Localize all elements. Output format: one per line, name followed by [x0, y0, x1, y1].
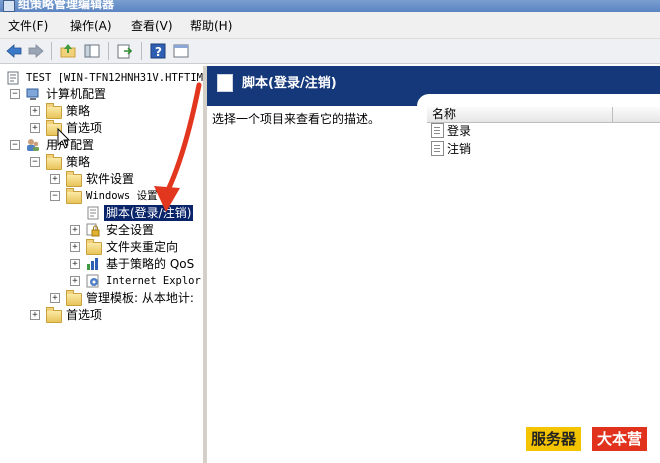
folder-icon — [66, 171, 82, 187]
list-item-label: 注销 — [447, 142, 472, 156]
tree-item-windows-settings[interactable]: − Windows 设置 — [0, 188, 203, 204]
collapse-toggle[interactable]: − — [50, 191, 60, 201]
expand-toggle[interactable]: + — [30, 310, 40, 320]
forward-arrow-icon[interactable] — [27, 42, 45, 60]
show-hide-tree-icon[interactable] — [83, 42, 101, 60]
toolbar-separator — [51, 42, 52, 60]
watermark-part1: 服务器 — [526, 427, 582, 451]
script-document-icon — [431, 123, 444, 138]
tree-root[interactable]: TEST [WIN-TFN12HNH31V.HTFTIM — [0, 70, 203, 86]
tree-item-label: 计算机配置 — [46, 87, 107, 101]
menu-help[interactable]: 帮助(H) — [190, 17, 232, 34]
tree-item-policy-qos[interactable]: + 基于策略的 QoS — [0, 256, 203, 272]
internet-explorer-icon — [86, 274, 99, 288]
tree-item-uc-policies[interactable]: − 策略 — [0, 154, 203, 170]
column-header-name[interactable]: 名称 — [427, 107, 660, 123]
list-item-logoff[interactable]: 注销 — [431, 141, 471, 157]
tree-item-security-settings[interactable]: + 安全设置 — [0, 222, 203, 238]
folder-open-icon — [46, 154, 62, 170]
tree-item-label: 用户配置 — [46, 138, 95, 152]
list-item-label: 登录 — [447, 124, 472, 138]
script-document-icon — [431, 141, 444, 156]
column-divider[interactable] — [612, 107, 613, 122]
tree-item-computer-config[interactable]: − 计算机配置 — [0, 86, 203, 102]
bar-chart-icon — [87, 258, 98, 270]
tree-item-label: 策略 — [66, 155, 91, 169]
watermark-part2: 大本营 — [592, 427, 648, 451]
export-list-icon[interactable] — [116, 42, 134, 60]
toolbar: ? — [0, 39, 660, 64]
expand-toggle[interactable]: + — [50, 293, 60, 303]
script-document-icon — [87, 206, 99, 220]
column-header-label: 名称 — [432, 107, 457, 121]
expand-toggle[interactable]: + — [30, 123, 40, 133]
app-icon — [3, 0, 15, 12]
detail-header-title: 脚本(登录/注销) — [242, 76, 337, 91]
detail-header: 脚本(登录/注销) — [207, 66, 660, 106]
tree-item-uc-preferences[interactable]: + 首选项 — [0, 307, 203, 323]
tree-item-label: 首选项 — [66, 121, 103, 135]
folder-icon — [66, 290, 82, 306]
tree-item-cc-preferences[interactable]: + 首选项 — [0, 120, 203, 136]
tree-item-label: 首选项 — [66, 308, 103, 322]
tree-item-cc-policies[interactable]: + 策略 — [0, 103, 203, 119]
tree-item-label: 软件设置 — [86, 172, 135, 186]
tree-item-label: Windows 设置 — [86, 190, 158, 202]
tree-item-scripts[interactable]: 脚本(登录/注销) — [0, 205, 203, 221]
console-tree: TEST [WIN-TFN12HNH31V.HTFTIM − 计算机配置 + 策… — [0, 66, 207, 463]
collapse-toggle[interactable]: − — [10, 89, 20, 99]
help-icon[interactable]: ? — [149, 42, 167, 60]
computer-icon — [26, 88, 39, 100]
menu-action[interactable]: 操作(A) — [70, 17, 112, 34]
detail-description: 选择一个项目来查看它的描述。 — [212, 112, 381, 126]
tree-item-label: 安全设置 — [106, 223, 155, 237]
tree-item-admin-templates[interactable]: + 管理模板: 从本地计: — [0, 290, 203, 306]
folder-icon — [46, 120, 62, 136]
folder-icon — [46, 307, 62, 323]
toolbar-separator — [108, 42, 109, 60]
folder-icon — [86, 239, 102, 255]
tree-item-software-settings[interactable]: + 软件设置 — [0, 171, 203, 187]
expand-toggle[interactable]: + — [70, 225, 80, 235]
collapse-toggle[interactable]: − — [30, 157, 40, 167]
tree-item-label: 管理模板: 从本地计: — [86, 291, 194, 305]
expand-toggle[interactable]: + — [70, 276, 80, 286]
collapse-toggle[interactable]: − — [10, 140, 20, 150]
expand-toggle[interactable]: + — [70, 242, 80, 252]
list-item-logon[interactable]: 登录 — [431, 123, 471, 139]
svg-text:?: ? — [155, 45, 162, 59]
security-lock-icon — [86, 223, 100, 237]
policy-document-icon — [7, 71, 19, 85]
expand-toggle[interactable]: + — [70, 259, 80, 269]
expand-toggle[interactable]: + — [30, 106, 40, 116]
tree-item-label: 策略 — [66, 104, 91, 118]
tree-item-label: 文件夹重定向 — [106, 240, 179, 254]
detail-pane: 脚本(登录/注销) 选择一个项目来查看它的描述。 名称 登录 注销 — [207, 66, 660, 463]
menu-bar: 文件(F) 操作(A) 查看(V) 帮助(H) — [0, 12, 660, 39]
window-titlebar: 组策略管理编辑器 — [0, 0, 660, 12]
toolbar-separator — [141, 42, 142, 60]
tree-root-label: TEST [WIN-TFN12HNH31V.HTFTIM — [26, 72, 204, 84]
window-title: 组策略管理编辑器 — [18, 0, 115, 11]
menu-file[interactable]: 文件(F) — [8, 17, 48, 34]
tree-item-internet-explorer[interactable]: + Internet Explor — [0, 273, 203, 289]
tree-item-user-config[interactable]: − 用户配置 — [0, 137, 203, 153]
tree-item-label-selected: 脚本(登录/注销) — [104, 205, 194, 221]
back-arrow-icon[interactable] — [5, 42, 23, 60]
up-folder-icon[interactable] — [59, 42, 77, 60]
folder-icon — [46, 103, 62, 119]
expand-toggle[interactable]: + — [50, 174, 60, 184]
tree-item-folder-redirection[interactable]: + 文件夹重定向 — [0, 239, 203, 255]
properties-icon[interactable] — [172, 42, 190, 60]
folder-open-icon — [66, 188, 82, 204]
menu-view[interactable]: 查看(V) — [131, 17, 173, 34]
tree-item-label: Internet Explor — [106, 275, 201, 287]
tree-item-label: 基于策略的 QoS — [106, 257, 195, 271]
script-document-icon — [217, 74, 233, 92]
users-icon — [27, 139, 39, 151]
